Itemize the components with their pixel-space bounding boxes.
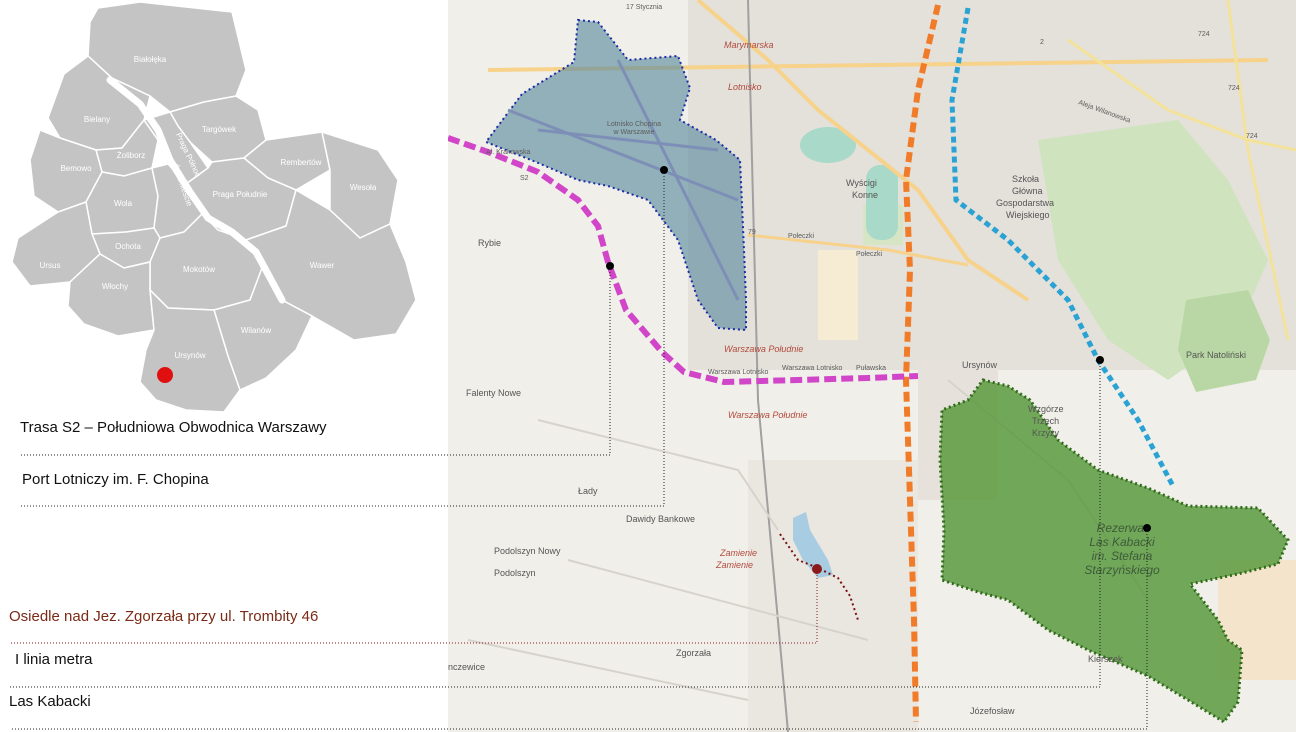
estate-marker[interactable] — [812, 564, 822, 574]
label-ursus: Ursus — [40, 261, 61, 270]
label-podolszyn-nowy: Podolszyn Nowy — [494, 546, 561, 556]
svg-text:Starzyńskiego: Starzyńskiego — [1084, 563, 1160, 577]
label-road-724-2: 724 — [1228, 85, 1240, 92]
forest-marker[interactable] — [1143, 524, 1151, 532]
label-road-724: 724 — [1198, 31, 1210, 38]
s2-marker[interactable] — [606, 262, 614, 270]
label-ursynow: Ursynów — [962, 360, 998, 370]
label-glowna: Główna — [1012, 186, 1043, 196]
label-bialoleka: Białołęka — [134, 55, 167, 64]
label-warszawa-lotnisko: Warszawa Lotnisko — [708, 369, 769, 376]
label-wola: Wola — [114, 199, 133, 208]
label-bemowo: Bemowo — [60, 164, 92, 173]
label-road-79: 79 — [748, 229, 756, 236]
label-17-stycznia: 17 Stycznia — [626, 4, 662, 11]
district-map: Białołęka Bielany Targówek Żoliborz Prag… — [11, 1, 417, 413]
label-rembertow: Rembertów — [281, 158, 322, 167]
legend-airport: Port Lotniczy im. F. Chopina — [22, 471, 209, 488]
label-czewice: nczewice — [448, 662, 485, 672]
label-wlochy: Włochy — [102, 282, 128, 291]
label-wiejskiego: Wiejskiego — [1006, 210, 1050, 220]
label-szkola: Szkoła — [1012, 174, 1039, 184]
label-gospodarstwa: Gospodarstwa — [996, 198, 1054, 208]
label-pulawska: Puławska — [856, 365, 886, 372]
label-zamienie-2: Zamienie — [715, 560, 753, 570]
label-warszawa-poludnie-2: Warszawa Południe — [728, 410, 807, 420]
label-targowek: Targówek — [202, 125, 237, 134]
svg-text:Rezerwat: Rezerwat — [1097, 521, 1148, 535]
label-wilanow: Wilanów — [241, 326, 271, 335]
label-krzyzy: Krzyży — [1032, 428, 1060, 438]
label-road-2: 2 — [1040, 39, 1044, 46]
legend-estate: Osiedle nad Jez. Zgorzała przy ul. Tromb… — [9, 608, 319, 625]
label-ochota: Ochota — [115, 242, 141, 251]
label-zoliborz: Żoliborz — [117, 151, 145, 160]
airport-marker[interactable] — [660, 166, 668, 174]
label-trzech: Trzech — [1032, 416, 1059, 426]
label-konne: Konne — [852, 190, 878, 200]
label-lotnisko: Lotnisko — [728, 82, 762, 92]
label-bielany: Bielany — [84, 115, 110, 124]
legend-metro: I linia metra — [15, 651, 93, 668]
label-kierszek: Kierszek — [1088, 654, 1123, 664]
svg-text:im. Stefana: im. Stefana — [1092, 549, 1153, 563]
farmland — [818, 250, 858, 340]
legend-forest: Las Kabacki — [9, 693, 91, 710]
label-dawidy-bankowe: Dawidy Bankowe — [626, 514, 695, 524]
label-warszawa-lotnisko-2: Warszawa Lotnisko — [782, 365, 843, 372]
label-marymarska: Marymarska — [724, 40, 774, 50]
label-lady: Łady — [578, 486, 598, 496]
label-falenty-nowe: Falenty Nowe — [466, 388, 521, 398]
label-ursynow: Ursynów — [174, 351, 205, 360]
location-marker[interactable] — [157, 367, 173, 383]
label-praga-poludnie: Praga Południe — [213, 190, 268, 199]
racetrack — [866, 165, 898, 240]
urban-area-south — [748, 460, 918, 732]
label-podolszyn: Podolszyn — [494, 568, 536, 578]
label-zamienie: Zamienie — [719, 548, 757, 558]
metro-marker[interactable] — [1096, 356, 1104, 364]
label-park-natolinski: Park Natoliński — [1186, 350, 1246, 360]
svg-text:Las Kabacki: Las Kabacki — [1089, 535, 1155, 549]
label-wzgorze: Wzgórze — [1028, 404, 1064, 414]
label-zgorzala: Zgorzała — [676, 648, 711, 658]
label-mokotow: Mokotów — [183, 265, 215, 274]
label-warszawa-poludnie: Warszawa Południe — [724, 344, 803, 354]
label-rybie: Rybie — [478, 238, 501, 248]
label-wesola: Wesoła — [350, 183, 377, 192]
street-map: Rybie Falenty Nowe Łady Dawidy Bankowe P… — [448, 0, 1296, 732]
airport-label-2: w Warszawie — [613, 129, 655, 136]
label-wyscigi: Wyścigi — [846, 178, 877, 188]
label-road-724-3: 724 — [1246, 133, 1258, 140]
label-poleczki: Połeczki — [788, 233, 815, 240]
legend-s2: Trasa S2 – Południowa Obwodnica Warszawy — [20, 419, 327, 436]
label-road-s2: S2 — [520, 175, 529, 182]
airport-label-1: Lotnisko Chopina — [607, 121, 661, 128]
label-jozefoslaw: Józefosław — [970, 706, 1015, 716]
label-poleczki-2: Połeczki — [856, 251, 883, 258]
label-krakowska: Al. Krakowska — [486, 149, 530, 156]
district-shapes — [11, 1, 417, 413]
label-wawer: Wawer — [310, 261, 335, 270]
